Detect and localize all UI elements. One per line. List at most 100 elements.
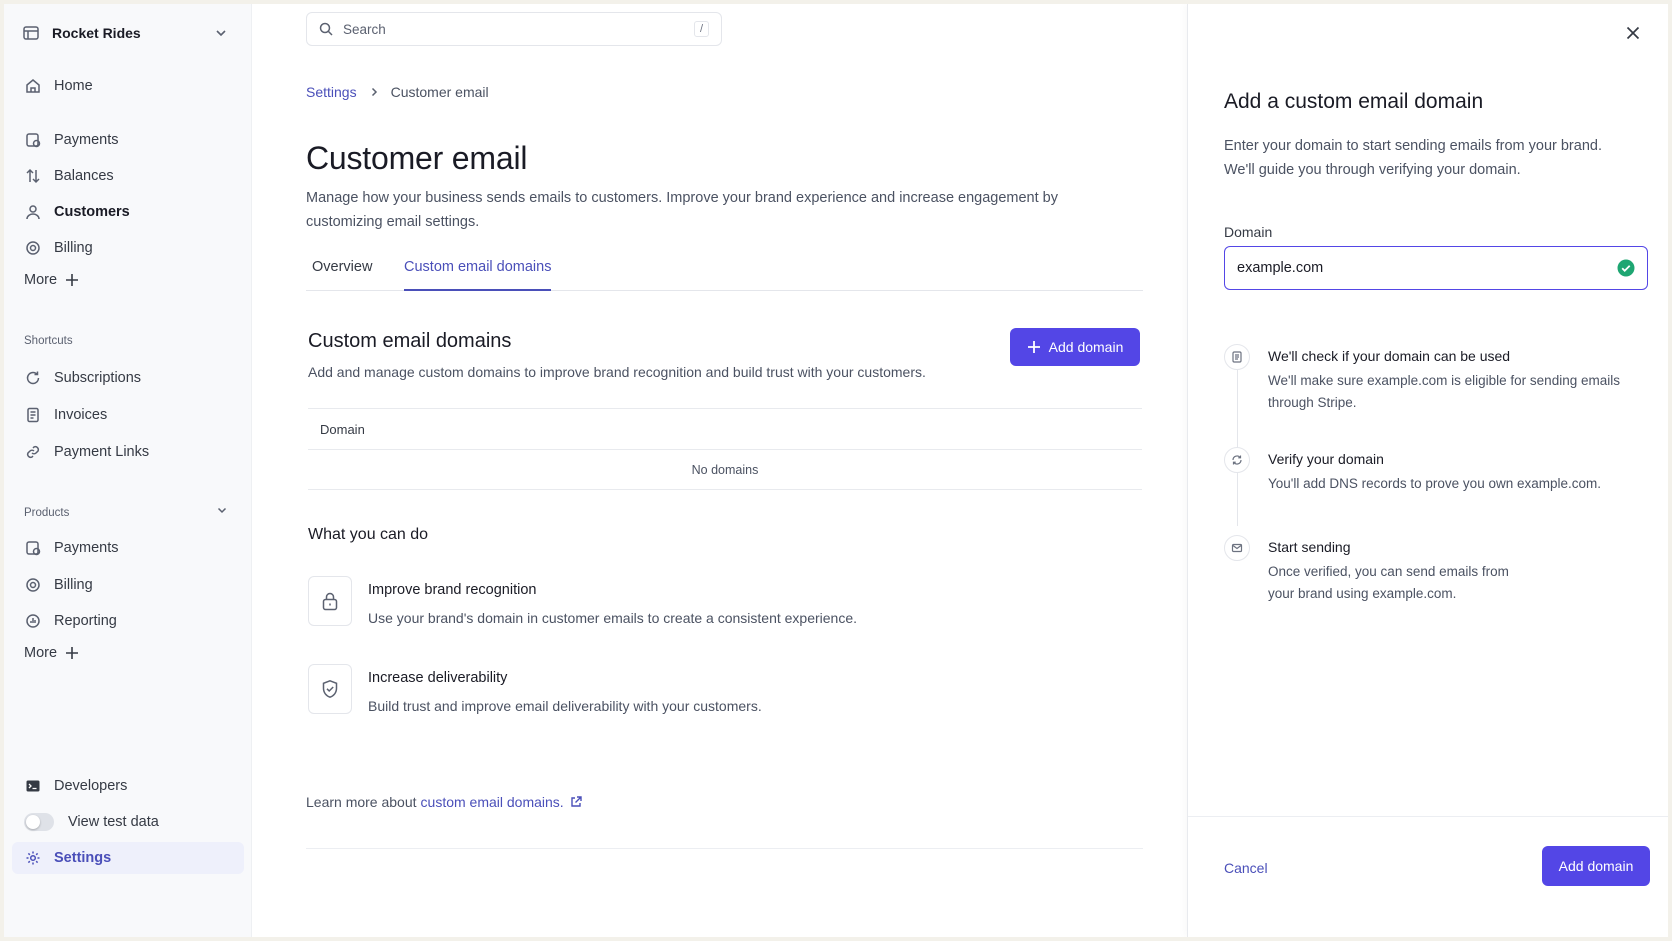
products-heading: Products xyxy=(24,507,70,519)
payments-icon xyxy=(24,539,42,557)
link-icon xyxy=(24,443,42,461)
test-data-toggle[interactable] xyxy=(24,813,54,831)
step-check-domain: We'll check if your domain can be used W… xyxy=(1224,344,1640,414)
tab-custom-email-domains[interactable]: Custom email domains xyxy=(404,259,552,291)
learn-more-prefix: Learn more about xyxy=(306,794,417,810)
submit-add-domain-button[interactable]: Add domain xyxy=(1542,846,1650,886)
shield-check-icon xyxy=(308,664,352,714)
sidebar-item-label: Payment Links xyxy=(54,444,150,460)
sidebar-item-invoices[interactable]: Invoices xyxy=(12,399,244,431)
step-description: We'll make sure example.com is eligible … xyxy=(1268,373,1620,410)
sidebar-product-billing[interactable]: Billing xyxy=(12,569,244,601)
feature-title: Improve brand recognition xyxy=(368,582,537,598)
search-icon xyxy=(319,22,333,36)
sidebar-item-label: Developers xyxy=(54,778,128,794)
cancel-button[interactable]: Cancel xyxy=(1224,860,1268,876)
sidebar-more-button[interactable]: More xyxy=(24,272,79,288)
sidebar-product-payments[interactable]: Payments xyxy=(12,532,244,564)
sidebar-item-label: Home xyxy=(54,78,93,94)
step-title: Start sending xyxy=(1268,539,1351,555)
plus-icon xyxy=(1027,340,1041,354)
add-domain-label: Add domain xyxy=(1048,339,1124,355)
close-icon[interactable] xyxy=(1620,20,1646,46)
payments-icon xyxy=(24,131,42,149)
tab-overview[interactable]: Overview xyxy=(312,259,372,291)
invoice-icon xyxy=(24,406,42,424)
breadcrumb-current: Customer email xyxy=(390,84,489,100)
step-description: Once verified, you can send emails from … xyxy=(1268,564,1509,601)
sidebar-item-label: Billing xyxy=(54,240,93,256)
step-title: We'll check if your domain can be used xyxy=(1268,348,1511,364)
step-description: You'll add DNS records to prove you own … xyxy=(1268,476,1601,491)
billing-icon xyxy=(24,239,42,257)
step-start-sending: Start sending Once verified, you can sen… xyxy=(1224,535,1518,605)
step-title: Verify your domain xyxy=(1268,451,1384,467)
feature-description: Use your brand's domain in customer emai… xyxy=(368,610,858,626)
search-input[interactable] xyxy=(343,21,684,37)
domain-input[interactable] xyxy=(1237,260,1617,276)
sidebar-item-settings[interactable]: Settings xyxy=(12,842,244,874)
account-name: Rocket Rides xyxy=(52,25,141,41)
external-link-icon[interactable] xyxy=(570,796,582,808)
add-domain-button[interactable]: Add domain xyxy=(1010,328,1140,366)
chevron-down-icon xyxy=(214,26,228,40)
table-header: Domain xyxy=(308,408,1142,450)
sidebar-item-payments[interactable]: Payments xyxy=(12,124,244,156)
terminal-icon xyxy=(24,777,42,795)
column-header-domain: Domain xyxy=(320,421,365,437)
more-label: More xyxy=(24,272,58,288)
sidebar-product-reporting[interactable]: Reporting xyxy=(12,605,244,637)
refresh-icon xyxy=(24,369,42,387)
document-icon xyxy=(1224,344,1250,370)
sidebar-more-button-products[interactable]: More xyxy=(24,645,79,661)
sidebar-item-home[interactable]: Home xyxy=(12,70,244,102)
search-bar[interactable]: / xyxy=(306,12,722,46)
sidebar-item-developers[interactable]: Developers xyxy=(12,770,244,802)
search-shortcut-key: / xyxy=(693,21,709,37)
app-window: Rocket Rides Home Payments Balances Cust… xyxy=(4,4,1668,937)
sidebar-item-label: Invoices xyxy=(54,407,108,423)
account-switcher[interactable]: Rocket Rides xyxy=(22,18,234,48)
domains-section-title: Custom email domains xyxy=(308,330,512,352)
sidebar-item-subscriptions[interactable]: Subscriptions xyxy=(12,362,244,394)
sidebar-item-label: Payments xyxy=(54,540,119,556)
reporting-icon xyxy=(24,612,42,630)
sidebar: Rocket Rides Home Payments Balances Cust… xyxy=(4,4,252,937)
what-you-can-do-title: What you can do xyxy=(308,526,429,543)
gear-icon xyxy=(24,849,42,867)
plus-icon xyxy=(65,273,79,287)
check-circle-icon xyxy=(1617,259,1635,277)
sidebar-item-balances[interactable]: Balances xyxy=(12,160,244,192)
sidebar-item-customers[interactable]: Customers xyxy=(12,196,244,228)
store-icon xyxy=(22,24,40,42)
user-icon xyxy=(24,203,42,221)
home-icon xyxy=(24,77,42,95)
feature-deliverability: Increase deliverability Build trust and … xyxy=(308,664,762,714)
domain-field-label: Domain xyxy=(1224,224,1273,240)
page-title: Customer email xyxy=(306,140,528,176)
breadcrumb-settings-link[interactable]: Settings xyxy=(306,84,357,100)
mail-icon xyxy=(1224,535,1250,561)
sidebar-item-label: Customers xyxy=(54,204,130,220)
domain-input-wrapper[interactable] xyxy=(1224,246,1648,290)
domains-table: Domain No domains xyxy=(308,408,1142,490)
learn-more: Learn more about custom email domains. xyxy=(306,794,582,810)
test-data-toggle-row[interactable]: View test data xyxy=(12,806,244,838)
billing-icon xyxy=(24,576,42,594)
more-label: More xyxy=(24,645,58,661)
learn-more-link[interactable]: custom email domains. xyxy=(421,794,564,810)
chevron-right-icon xyxy=(369,87,379,97)
sidebar-item-label: Payments xyxy=(54,132,119,148)
feature-title: Increase deliverability xyxy=(368,670,508,686)
feature-description: Build trust and improve email deliverabi… xyxy=(368,698,762,714)
balances-icon xyxy=(24,167,42,185)
plus-icon xyxy=(65,646,79,660)
sidebar-item-billing[interactable]: Billing xyxy=(12,232,244,264)
add-domain-drawer: Add a custom email domain Enter your dom… xyxy=(1187,4,1668,937)
sidebar-item-payment-links[interactable]: Payment Links xyxy=(12,436,244,468)
chevron-down-icon[interactable] xyxy=(216,504,228,516)
table-empty-state: No domains xyxy=(308,450,1142,490)
test-data-label: View test data xyxy=(68,814,159,830)
sidebar-item-label: Billing xyxy=(54,577,93,593)
feature-brand-recognition: Improve brand recognition Use your brand… xyxy=(308,576,857,626)
